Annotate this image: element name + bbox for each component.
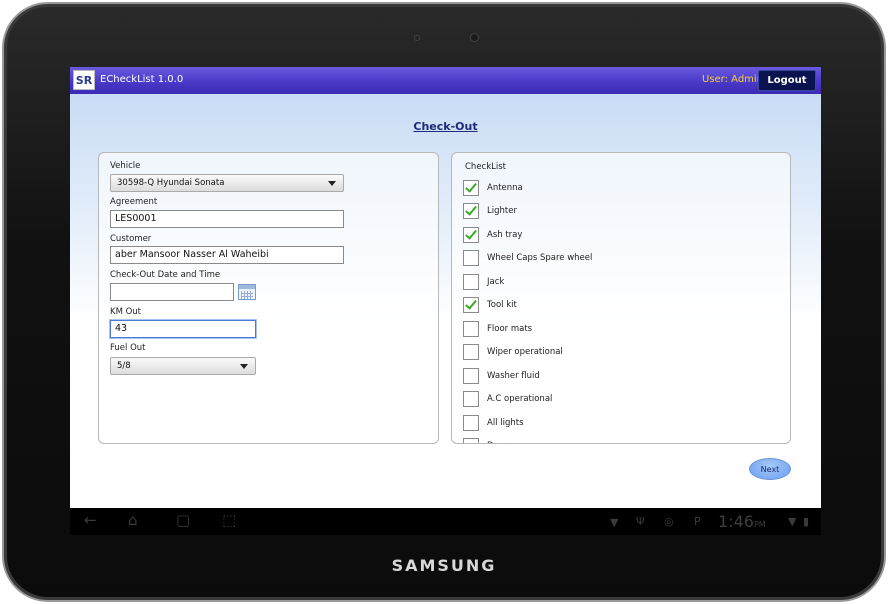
screenshot-icon[interactable]: ⬚: [222, 511, 236, 529]
status-clock: 1:46PM: [718, 512, 766, 531]
page-title: Check-Out: [413, 120, 478, 133]
checklist-item-label: Lighter: [487, 206, 517, 216]
dropdown-arrow-icon: [240, 364, 248, 369]
app-logo-icon: SR: [73, 70, 95, 90]
next-button[interactable]: Next: [749, 458, 791, 480]
checklist-item[interactable]: Antenna: [463, 179, 523, 196]
checklist-item[interactable]: A.C operational: [463, 391, 552, 408]
checklist-item-label: Wiper operational: [487, 347, 563, 357]
km-out-input[interactable]: 43: [110, 320, 256, 338]
checklist-item-label: Tool kit: [487, 300, 517, 310]
checklist-item[interactable]: Wiper operational: [463, 344, 563, 361]
checklist-item-label: Doors: [487, 441, 512, 443]
customer-label: Customer: [110, 234, 152, 244]
checklist-item[interactable]: Washer fluid: [463, 367, 540, 384]
checkbox[interactable]: [463, 226, 479, 243]
sensor-icon: [414, 35, 420, 41]
back-icon[interactable]: ←: [84, 511, 97, 529]
checklist-item-label: All lights: [487, 417, 524, 428]
agreement-input[interactable]: LES0001: [110, 210, 344, 228]
fuel-out-select-value: 5/8: [117, 361, 131, 371]
checkbox[interactable]: [463, 438, 479, 443]
checkbox[interactable]: [463, 367, 479, 384]
checklist-item-label: Ash tray: [487, 229, 523, 240]
vehicle-select-value: 30598-Q Hyundai Sonata: [117, 178, 225, 188]
checkbox[interactable]: [463, 414, 479, 431]
device-brand: SAMSUNG: [391, 556, 497, 575]
logout-button[interactable]: Logout: [758, 70, 816, 91]
checkbox[interactable]: [463, 273, 479, 290]
checkmark-icon: [465, 203, 477, 216]
checklist-item-label: Floor mats: [487, 323, 533, 334]
battery-icon: ▮: [803, 515, 810, 528]
checkmark-icon: [465, 179, 477, 193]
checkbox[interactable]: [463, 297, 479, 313]
km-out-label: KM Out: [110, 307, 142, 317]
android-navbar: ← ⌂ ▢ ⬚ ▼ Ψ ◎ P 1:46PM ▼ ▮: [70, 508, 821, 535]
checklist-item[interactable]: All lights: [463, 414, 524, 431]
checkbox[interactable]: [463, 250, 479, 266]
calendar-icon[interactable]: [238, 284, 256, 300]
checkbox[interactable]: [463, 391, 479, 407]
checklist-item-label: Antenna: [487, 182, 523, 193]
checkbox[interactable]: [463, 344, 479, 360]
fuel-out-select[interactable]: 5/8: [110, 357, 256, 375]
checklist-item-label: Jack: [487, 276, 505, 287]
checklist-item-label: Wheel Caps Spare wheel: [487, 253, 593, 263]
checklist-panel[interactable]: CheckList Antenna Lighter Ash tray Wheel Ca…: [451, 152, 791, 444]
checkout-datetime-input[interactable]: [110, 283, 234, 301]
checklist-item[interactable]: Floor mats: [463, 320, 532, 337]
checklist-item[interactable]: Ash tray: [463, 226, 522, 243]
camera-icon: [470, 33, 479, 42]
fuel-out-label: Fuel Out: [110, 343, 146, 353]
agreement-label: Agreement: [110, 197, 158, 207]
checkbox[interactable]: [463, 179, 479, 196]
notification-p-icon: P: [694, 515, 701, 528]
checklist-item[interactable]: Wheel Caps Spare wheel: [463, 250, 592, 267]
checkmark-icon: [465, 226, 477, 240]
checklist-item[interactable]: Lighter: [463, 203, 517, 220]
user-label: User: Admin: [702, 74, 764, 85]
checklist-item[interactable]: Doors: [463, 438, 512, 443]
checklist-item[interactable]: Tool kit: [463, 297, 517, 314]
recent-apps-icon[interactable]: ▢: [176, 511, 190, 529]
sync-icon: ◎: [664, 515, 674, 528]
home-icon[interactable]: ⌂: [128, 511, 138, 529]
clock-ampm: PM: [753, 520, 766, 529]
checklist-item-label: A.C operational: [487, 394, 553, 404]
download-icon: ▼: [610, 516, 619, 529]
checklist-title: CheckList: [465, 162, 507, 172]
app-title: ECheckList 1.0.0: [100, 74, 184, 85]
vehicle-label: Vehicle: [110, 161, 141, 171]
checklist-item[interactable]: Jack: [463, 273, 504, 290]
main-content: Check-Out Vehicle 30598-Q Hyundai Sonata…: [70, 94, 821, 508]
checkmark-icon: [465, 297, 477, 310]
usb-icon: Ψ: [636, 515, 645, 528]
vehicle-form-panel: Vehicle 30598-Q Hyundai Sonata Agreement…: [98, 152, 439, 444]
app-titlebar: SR ECheckList 1.0.0 User: Admin Logout: [70, 67, 821, 94]
checkbox[interactable]: [463, 320, 479, 337]
checkout-datetime-label: Check-Out Date and Time: [110, 270, 221, 280]
customer-input[interactable]: aber Mansoor Nasser Al Waheibi: [110, 246, 344, 264]
checkbox[interactable]: [463, 203, 479, 219]
app-screen: SR ECheckList 1.0.0 User: Admin Logout C…: [70, 67, 821, 535]
dropdown-arrow-icon: [328, 181, 336, 186]
wifi-icon: ▼: [788, 515, 797, 528]
vehicle-select[interactable]: 30598-Q Hyundai Sonata: [110, 174, 344, 192]
checklist-item-label: Washer fluid: [487, 370, 540, 381]
clock-time: 1:46: [718, 512, 754, 531]
